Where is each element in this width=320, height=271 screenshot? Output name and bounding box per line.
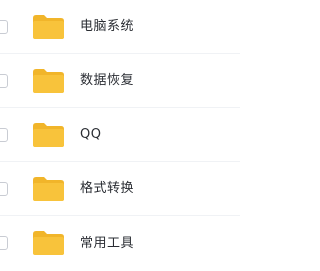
select-checkbox[interactable] (0, 236, 8, 250)
list-item[interactable]: QQ (0, 108, 240, 162)
file-name[interactable]: QQ (80, 128, 101, 141)
folder-icon (32, 230, 65, 256)
list-item[interactable]: 格式转换 (0, 162, 240, 216)
list-item[interactable]: 电脑系统 (0, 0, 240, 54)
folder-icon (32, 122, 65, 148)
select-checkbox[interactable] (0, 19, 8, 34)
select-checkbox[interactable] (0, 181, 8, 196)
folder-icon (32, 14, 65, 40)
list-item[interactable]: 数据恢复 (0, 54, 240, 108)
file-name[interactable]: 常用工具 (80, 237, 134, 250)
file-list: 电脑系统 数据恢复 QQ 格式转换 常用工具 (0, 0, 240, 271)
select-checkbox[interactable] (0, 127, 8, 142)
file-name[interactable]: 电脑系统 (80, 20, 134, 33)
folder-icon (32, 68, 65, 94)
folder-icon (32, 176, 65, 202)
file-name[interactable]: 格式转换 (80, 182, 134, 195)
file-name[interactable]: 数据恢复 (80, 74, 134, 87)
select-checkbox[interactable] (0, 73, 8, 88)
list-item[interactable]: 常用工具 (0, 216, 240, 270)
